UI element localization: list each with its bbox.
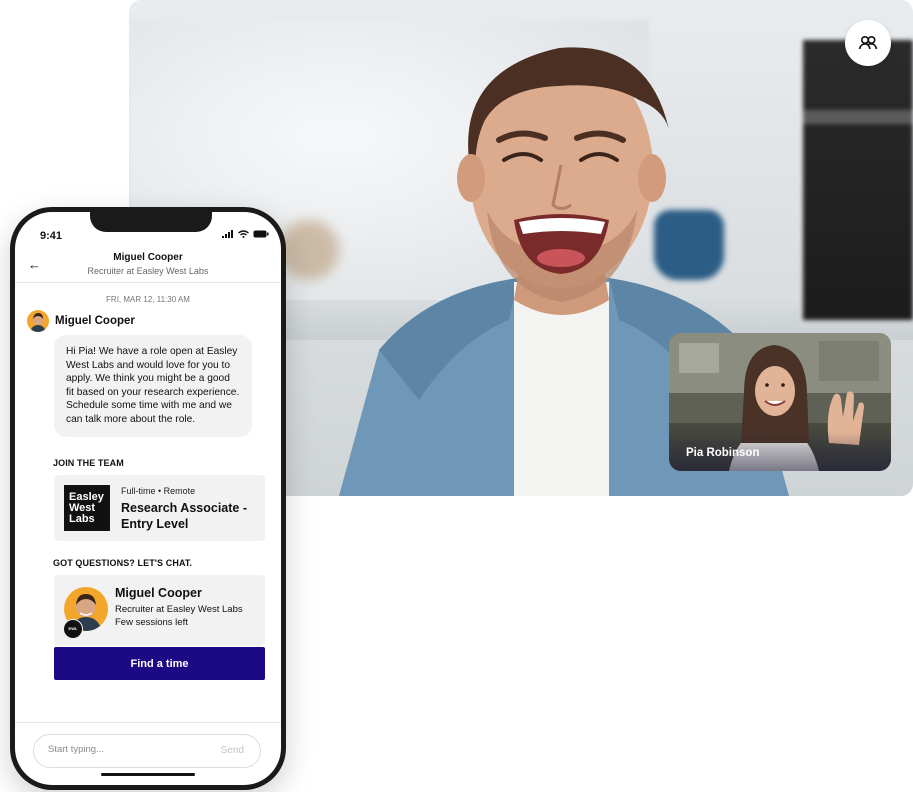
battery-icon <box>253 230 269 238</box>
self-view-video[interactable]: Pia Robinson <box>669 333 891 471</box>
signal-icon <box>222 230 233 238</box>
people-icon <box>858 35 878 50</box>
job-meta: Full-time • Remote <box>121 486 196 496</box>
status-time: 9:41 <box>40 230 63 242</box>
background-fridge <box>803 40 913 320</box>
sender-avatar <box>27 310 49 332</box>
home-indicator <box>101 773 195 776</box>
participants-button[interactable] <box>845 20 891 66</box>
message-bubble: Hi Pia! We have a role open at Easley We… <box>54 335 252 437</box>
message-date: FRI, MAR 12, 11:30 AM <box>106 295 190 304</box>
message-input[interactable] <box>46 743 200 756</box>
job-card[interactable]: Easley West Labs Full-time • Remote Rese… <box>54 475 265 541</box>
company-logo-mark: Easley West Labs <box>69 491 105 525</box>
phone-frame: 9:41 ← Miguel Cooper Recruiter at Easley… <box>10 207 286 790</box>
sender-name: Miguel Cooper <box>55 315 135 327</box>
chat-header: ← Miguel Cooper Recruiter at Easley West… <box>15 248 281 283</box>
self-view-name: Pia Robinson <box>686 447 760 459</box>
company-logo: Easley West Labs <box>64 485 110 531</box>
join-team-heading: JOIN THE TEAM <box>53 458 124 468</box>
header-contact-subtitle: Recruiter at Easley West Labs <box>87 266 209 276</box>
composer-divider <box>15 722 281 723</box>
svg-text:Labs: Labs <box>69 513 95 525</box>
chat-heading: GOT QUESTIONS? LET'S CHAT. <box>53 558 193 568</box>
send-button[interactable]: Send <box>221 745 244 756</box>
job-title[interactable]: Research Associate - Entry Level <box>121 500 261 532</box>
recruiter-name: Miguel Cooper <box>115 586 202 600</box>
recruiter-role: Recruiter at Easley West Labs <box>115 604 243 615</box>
find-time-button[interactable]: Find a time <box>54 647 265 680</box>
header-contact-name: Miguel Cooper <box>113 252 183 263</box>
status-icons <box>222 230 269 238</box>
phone-notch <box>90 212 212 232</box>
recruiter-sessions: Few sessions left <box>115 617 188 628</box>
company-mini-logo: EWL <box>63 619 83 639</box>
message-composer: Send <box>33 734 261 768</box>
phone-screen: 9:41 ← Miguel Cooper Recruiter at Easley… <box>15 212 281 785</box>
recruiter-card: EWL Miguel Cooper Recruiter at Easley We… <box>54 575 265 646</box>
wifi-icon <box>238 230 249 238</box>
sender-row: Miguel Cooper <box>27 310 135 332</box>
